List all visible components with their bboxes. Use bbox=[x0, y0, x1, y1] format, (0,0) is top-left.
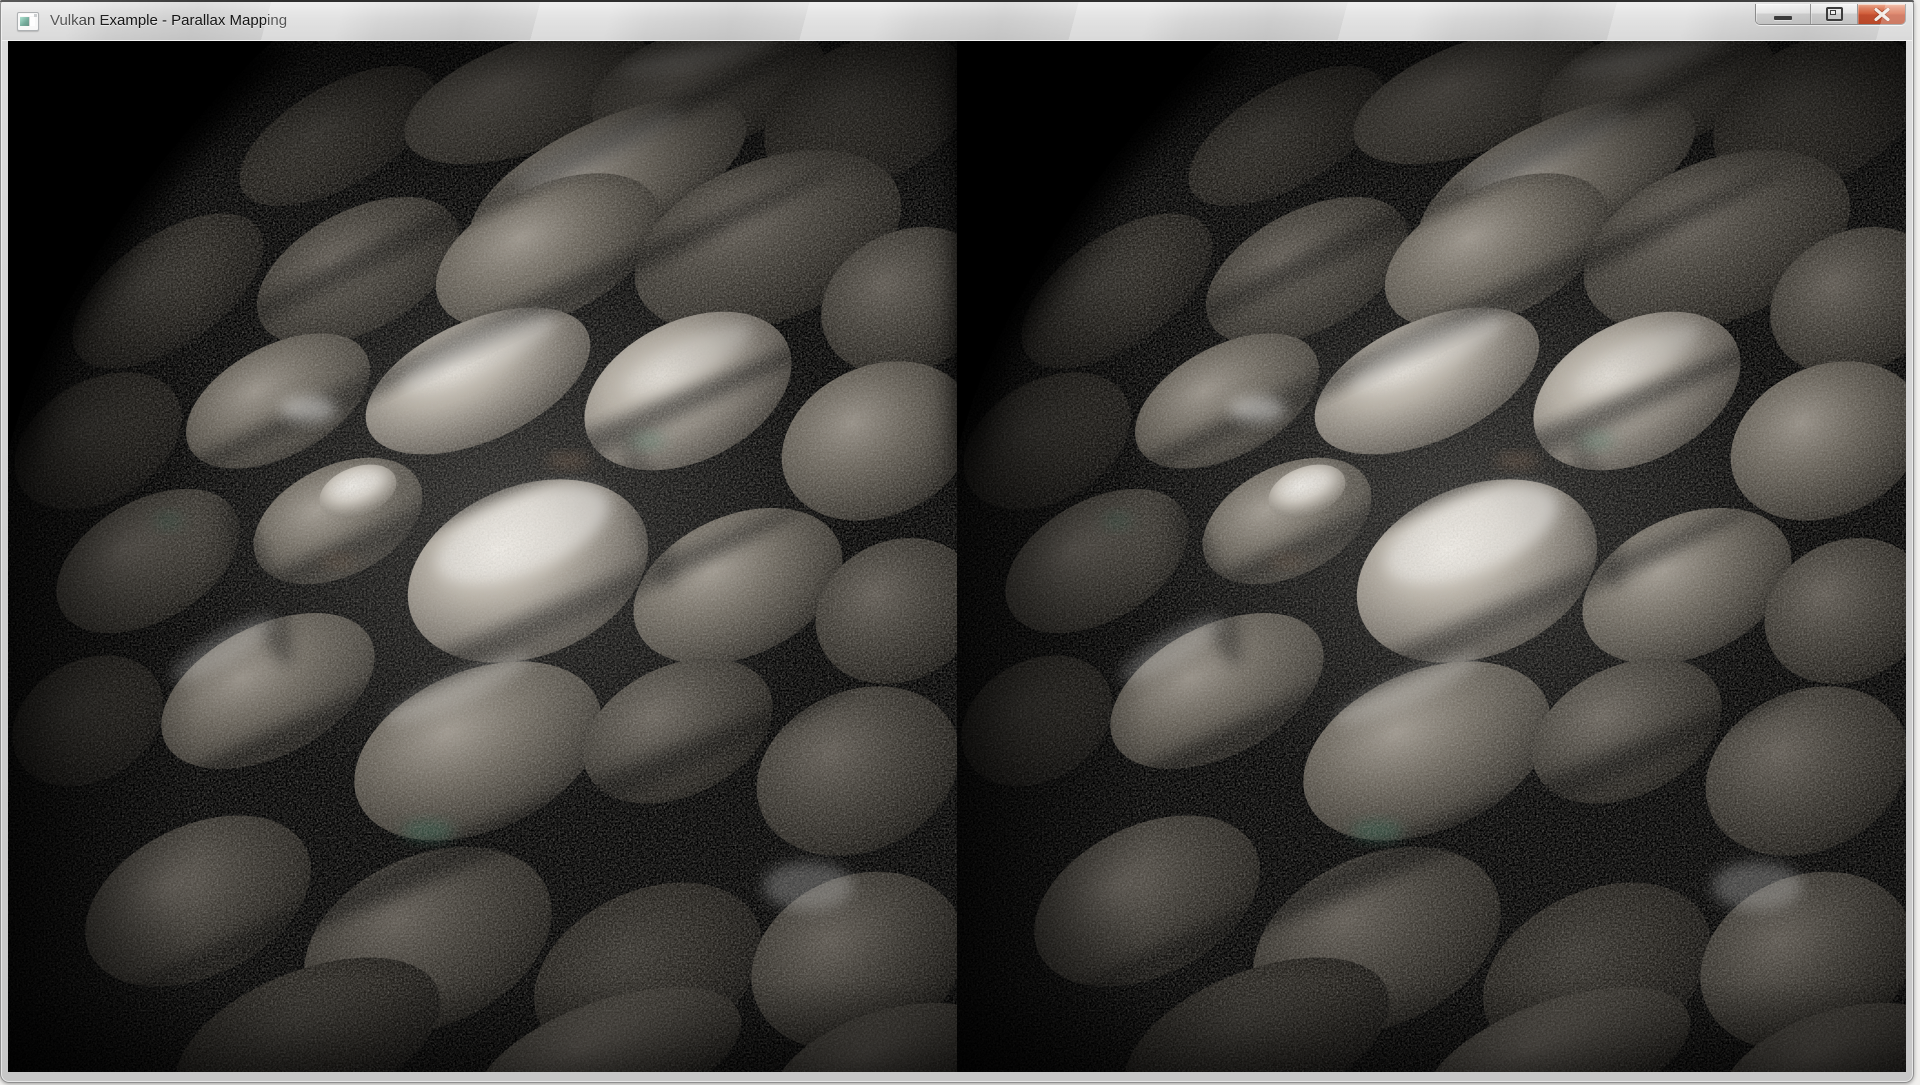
app-icon[interactable] bbox=[17, 12, 39, 31]
app-icon-teal-pane bbox=[20, 17, 29, 26]
render-pane-left bbox=[8, 41, 1021, 1072]
app-icon-white-pane bbox=[29, 17, 35, 26]
maximize-icon bbox=[1826, 7, 1843, 21]
render-viewport[interactable] bbox=[8, 41, 1906, 1072]
minimize-icon bbox=[1774, 16, 1792, 20]
close-button[interactable] bbox=[1858, 4, 1905, 24]
app-window: Vulkan Example - Parallax Mapping bbox=[0, 0, 1914, 1083]
render-pane-right bbox=[938, 41, 1906, 1072]
maximize-button[interactable] bbox=[1811, 4, 1858, 24]
app-icon-titlebar bbox=[20, 14, 34, 16]
minimize-button[interactable] bbox=[1756, 4, 1811, 24]
titlebar[interactable]: Vulkan Example - Parallax Mapping bbox=[2, 2, 1912, 41]
app-icon-nub bbox=[34, 14, 37, 17]
close-icon bbox=[1874, 8, 1890, 21]
render-canvas bbox=[8, 41, 1906, 1072]
window-title: Vulkan Example - Parallax Mapping bbox=[50, 11, 287, 31]
window-controls bbox=[1755, 4, 1906, 25]
